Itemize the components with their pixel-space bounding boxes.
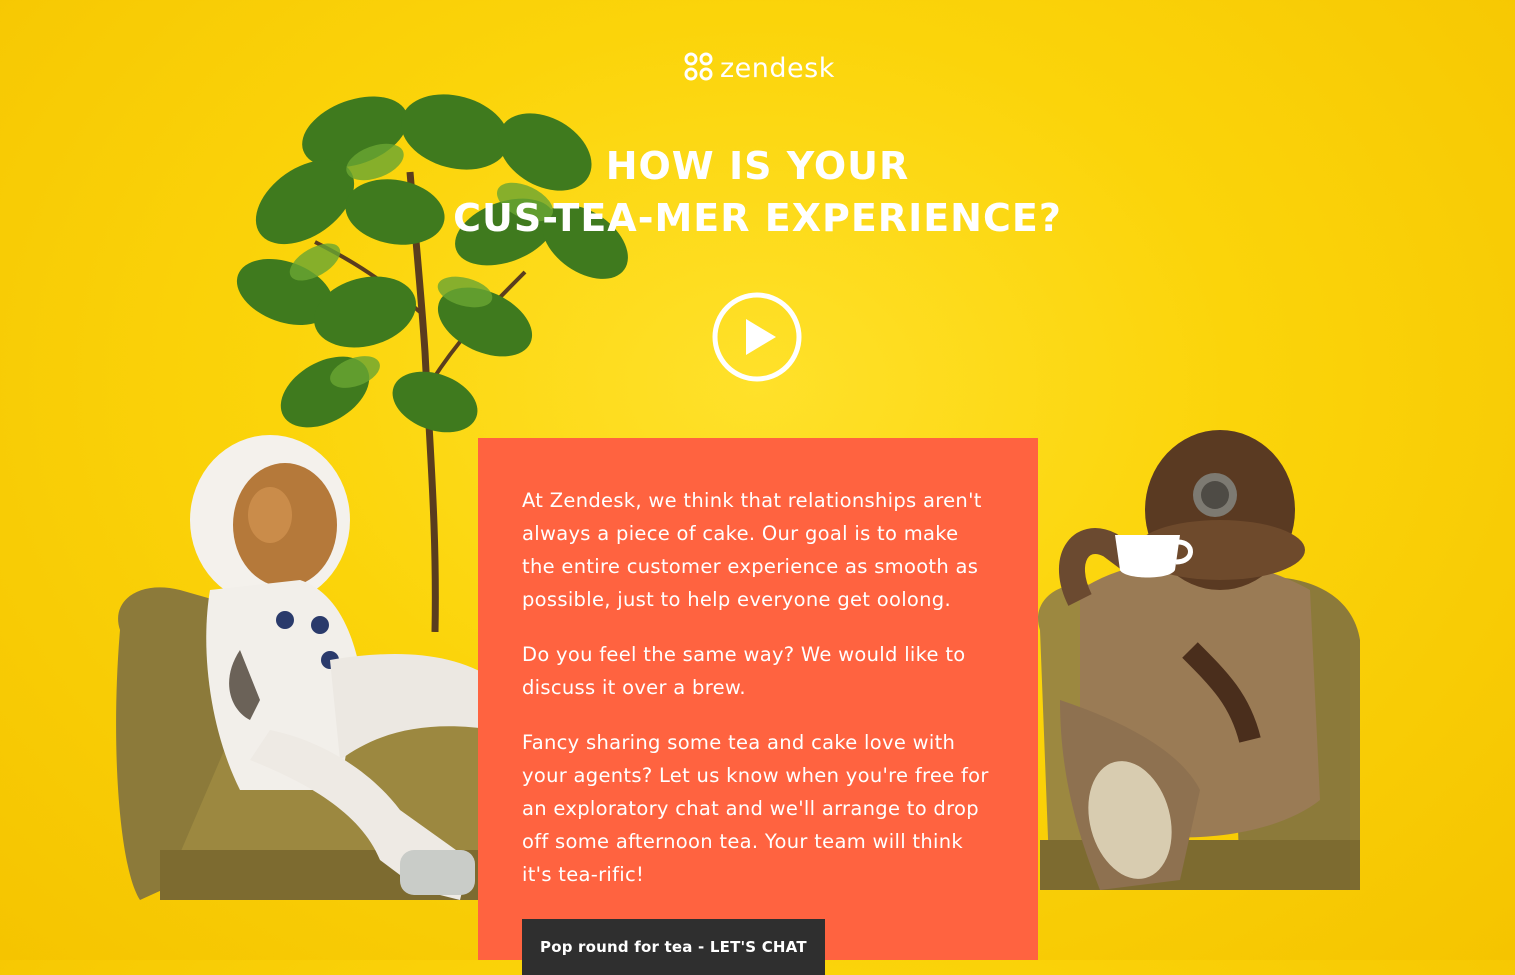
video-play-button[interactable] bbox=[712, 292, 802, 382]
headline-line-1: HOW IS YOUR bbox=[605, 144, 910, 188]
page-headline: HOW IS YOUR CUS-TEA-MER EXPERIENCE? bbox=[0, 140, 1515, 244]
card-paragraph-1: At Zendesk, we think that relationships … bbox=[522, 489, 982, 611]
zendesk-logo[interactable]: zendesk bbox=[682, 50, 835, 84]
lets-chat-button[interactable]: Pop round for tea - LET'S CHAT bbox=[522, 919, 825, 975]
brand-name: zendesk bbox=[720, 52, 835, 84]
card-paragraph-3: Fancy sharing some tea and cake love wit… bbox=[522, 731, 989, 886]
astronaut-armchair-illustration bbox=[116, 435, 495, 900]
diver-armchair-illustration bbox=[1038, 430, 1360, 890]
play-icon bbox=[712, 292, 802, 382]
intro-card: At Zendesk, we think that relationships … bbox=[478, 438, 1038, 975]
zendesk-logo-icon bbox=[684, 52, 713, 81]
card-paragraph-2: Do you feel the same way? We would like … bbox=[522, 643, 966, 699]
headline-line-2: CUS-TEA-MER EXPERIENCE? bbox=[453, 196, 1062, 240]
